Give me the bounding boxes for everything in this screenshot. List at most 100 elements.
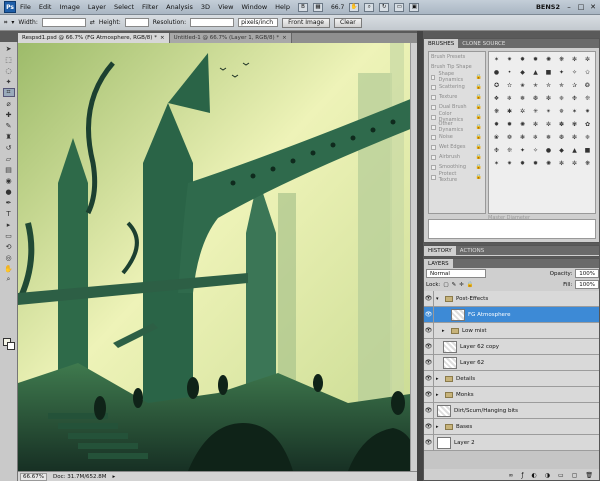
3d-rotate-tool-icon[interactable]: ⟲ (3, 242, 15, 251)
menu-select[interactable]: Select (114, 3, 134, 11)
brush-preset[interactable]: ▲ (529, 66, 542, 79)
brush-preset[interactable]: ❉ (490, 144, 503, 157)
brush-option-row[interactable]: Other Dynamics 🔒 (429, 121, 485, 133)
brush-option-row[interactable]: Wet Edges 🔒 (429, 142, 485, 152)
front-image-button[interactable]: Front Image (282, 17, 330, 28)
layer-row-layer-62-copy[interactable]: 👁 Layer 62 copy (424, 338, 599, 355)
brush-preset[interactable]: ✦ (555, 66, 568, 79)
brush-preset[interactable]: ● (490, 66, 503, 79)
brush-preset[interactable]: ❄ (503, 92, 516, 105)
brush-tool-icon[interactable]: ✎ (3, 121, 15, 130)
eye-icon[interactable]: 👁 (424, 434, 434, 451)
brush-preset[interactable]: ✳ (529, 105, 542, 118)
brush-preset[interactable]: ❊ (581, 92, 594, 105)
brush-preset[interactable]: ❋ (555, 53, 568, 66)
lock-paint-icon[interactable]: ✎ (452, 282, 457, 288)
lock-icon[interactable]: 🔒 (476, 164, 482, 170)
brush-preset[interactable]: ✿ (581, 118, 594, 131)
brush-preset[interactable]: ■ (542, 66, 555, 79)
brush-preset[interactable]: ✷ (503, 53, 516, 66)
layer-row-post-effects[interactable]: 👁 ▾ Post-Effects (424, 290, 599, 307)
lock-transparent-icon[interactable]: ▢ (443, 282, 448, 288)
brush-preset[interactable]: ❋ (490, 105, 503, 118)
layer-row-low-mist[interactable]: 👁 ▸ Low mist (424, 322, 599, 339)
brush-preset[interactable]: ✺ (542, 53, 555, 66)
tab-clone-source[interactable]: CLONE SOURCE (458, 39, 509, 48)
brush-preset[interactable]: ✷ (581, 105, 594, 118)
brush-preset[interactable]: ❃ (516, 131, 529, 144)
brush-preset[interactable]: ❅ (542, 131, 555, 144)
brush-preset[interactable]: ✺ (516, 118, 529, 131)
checkbox[interactable] (431, 84, 436, 90)
brush-preset[interactable]: ✱ (503, 105, 516, 118)
workspace-switcher[interactable]: BENS2 (536, 3, 560, 11)
brush-preset[interactable]: ✧ (529, 144, 542, 157)
layer-row-dirt-scum[interactable]: 👁 Dirt/Scum/Hanging bits (424, 402, 599, 419)
resolution-field[interactable] (190, 18, 235, 27)
background-color-swatch[interactable] (7, 342, 15, 350)
lock-icon[interactable]: 🔒 (476, 144, 482, 150)
move-tool-icon[interactable]: ➤ (3, 44, 15, 53)
brush-preset[interactable]: ✶ (490, 53, 503, 66)
lock-icon[interactable]: 🔒 (476, 124, 482, 130)
lock-icon[interactable]: 🔒 (476, 134, 482, 140)
brush-preset[interactable]: ❄ (529, 131, 542, 144)
status-menu-arrow-icon[interactable]: ▸ (113, 474, 116, 480)
close-icon[interactable]: × (160, 35, 165, 41)
tab-actions[interactable]: ACTIONS (456, 246, 488, 255)
brush-preset[interactable]: ❈ (581, 131, 594, 144)
brush-preset[interactable]: ▲ (568, 144, 581, 157)
brush-option-row[interactable]: Texture 🔒 (429, 92, 485, 102)
menu-analysis[interactable]: Analysis (166, 3, 193, 11)
close-button[interactable]: ✕ (588, 3, 598, 12)
brush-preset[interactable]: ✻ (568, 53, 581, 66)
crop-tool-icon[interactable]: ⌗ (4, 19, 7, 27)
brush-option-row[interactable]: Noise 🔒 (429, 132, 485, 142)
menu-view[interactable]: View (218, 3, 233, 11)
brush-preset[interactable]: ❆ (529, 92, 542, 105)
crop-tool-icon[interactable]: ⌗ (2, 88, 15, 97)
layer-mask-icon[interactable]: ◐ (532, 472, 537, 479)
brush-preset[interactable]: ❉ (568, 92, 581, 105)
layer-row-bases[interactable]: 👁 ▸ Bases (424, 418, 599, 435)
brush-preset[interactable]: ✽ (555, 118, 568, 131)
expand-arrow-icon[interactable]: ▾ (436, 296, 442, 302)
tab-brushes[interactable]: BRUSHES (424, 39, 459, 48)
lock-position-icon[interactable]: ✛ (459, 282, 464, 288)
brush-preset[interactable]: ✹ (529, 157, 542, 170)
brush-preset[interactable]: ✭ (529, 79, 542, 92)
brush-preset[interactable]: ✸ (490, 118, 503, 131)
height-field[interactable] (124, 18, 149, 27)
brush-preset[interactable]: ❁ (503, 131, 516, 144)
brush-preset[interactable]: ✵ (555, 105, 568, 118)
hand-icon[interactable]: ✋ (349, 2, 360, 12)
brush-preset[interactable]: ✴ (542, 105, 555, 118)
adjustment-layer-icon[interactable]: ◑ (545, 472, 550, 479)
marquee-tool-icon[interactable]: ⬚ (3, 55, 15, 64)
brush-preset[interactable]: ❀ (490, 131, 503, 144)
pen-tool-icon[interactable]: ✒ (3, 198, 15, 207)
brush-preset[interactable]: ❅ (516, 92, 529, 105)
brush-preset[interactable]: ✲ (516, 105, 529, 118)
brush-option-row[interactable]: Shape Dynamics 🔒 (429, 71, 485, 83)
brush-preset[interactable]: ✧ (568, 66, 581, 79)
checkbox[interactable] (431, 134, 436, 140)
brush-preset[interactable]: ❊ (503, 144, 516, 157)
menu-window[interactable]: Window (242, 3, 268, 11)
brush-preset[interactable]: ❈ (555, 92, 568, 105)
checkbox[interactable] (431, 114, 436, 120)
menu-file[interactable]: File (20, 3, 31, 11)
brush-preset[interactable]: ✼ (542, 118, 555, 131)
history-brush-tool-icon[interactable]: ↺ (3, 143, 15, 152)
menu-edit[interactable]: Edit (39, 3, 52, 11)
brush-preset[interactable]: ✸ (516, 53, 529, 66)
expand-arrow-icon[interactable]: ▸ (436, 376, 442, 382)
arrange-icon[interactable]: ▭ (394, 2, 405, 12)
brush-preset[interactable]: ✻ (529, 118, 542, 131)
layer-style-icon[interactable]: ƒ (521, 472, 523, 479)
brush-preset[interactable]: ◆ (555, 144, 568, 157)
eye-icon[interactable]: 👁 (424, 306, 434, 323)
brush-preset[interactable]: ✮ (542, 79, 555, 92)
checkbox[interactable] (431, 144, 436, 150)
eye-icon[interactable]: 👁 (424, 418, 434, 435)
